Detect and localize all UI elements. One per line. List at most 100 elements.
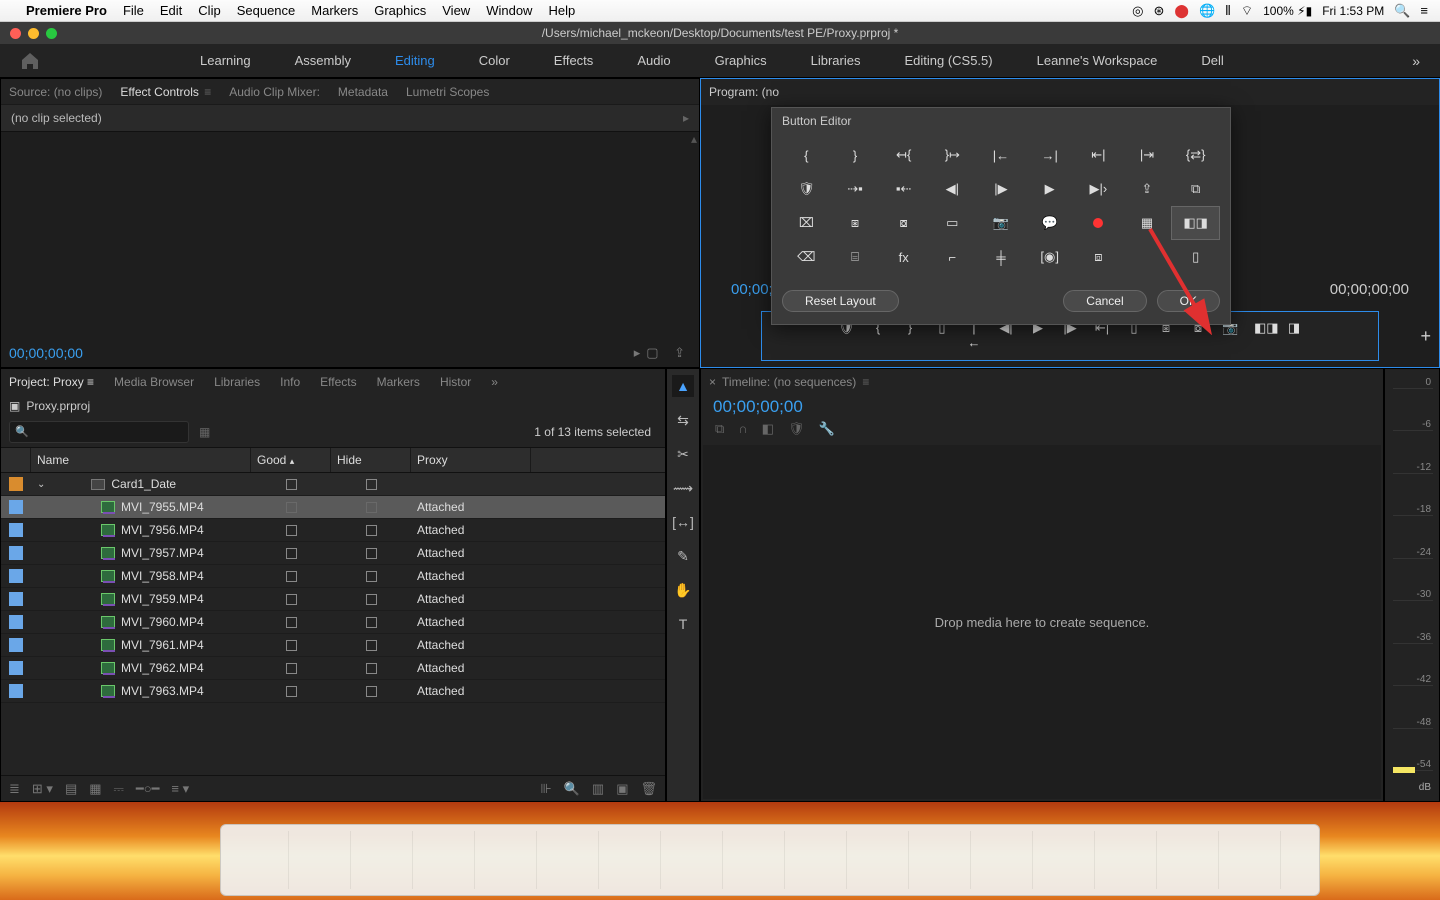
workspace-libraries[interactable]: Libraries bbox=[811, 53, 861, 68]
freeform-icon[interactable]: ▦ bbox=[89, 781, 101, 797]
checkbox[interactable] bbox=[286, 686, 297, 697]
checkbox[interactable] bbox=[366, 525, 377, 536]
workspace-learning[interactable]: Learning bbox=[200, 53, 251, 68]
button-editor-cell[interactable]: ⌸ bbox=[831, 240, 880, 274]
workspace-editing-cs55[interactable]: Editing (CS5.5) bbox=[904, 53, 992, 68]
button-editor-cell[interactable]: ⧇ bbox=[879, 206, 928, 240]
checkbox[interactable] bbox=[366, 502, 377, 513]
workspace-effects[interactable]: Effects bbox=[554, 53, 594, 68]
source-footer-icons[interactable]: ▸▢ ⇪ bbox=[634, 345, 691, 361]
checkbox[interactable] bbox=[286, 594, 297, 605]
project-search-input[interactable] bbox=[9, 421, 189, 443]
tab-project[interactable]: Project: Proxy ≡ bbox=[9, 375, 94, 389]
button-editor-cell[interactable] bbox=[1074, 206, 1123, 240]
tab-metadata[interactable]: Metadata bbox=[338, 85, 388, 99]
checkbox[interactable] bbox=[286, 525, 297, 536]
status-icon[interactable]: 🌐 bbox=[1199, 3, 1215, 19]
tab-source[interactable]: Source: (no clips) bbox=[9, 85, 102, 99]
button-editor-cell[interactable]: 🛡 bbox=[782, 172, 831, 206]
workspace-assembly[interactable]: Assembly bbox=[295, 53, 351, 68]
link-icon[interactable]: ∩ bbox=[738, 421, 747, 437]
button-editor-cell[interactable]: ⇪ bbox=[1123, 172, 1172, 206]
button-editor-cell[interactable]: ⌧ bbox=[782, 206, 831, 240]
button-editor-cell[interactable]: fx bbox=[879, 240, 928, 274]
checkbox[interactable] bbox=[286, 502, 297, 513]
button-editor-cell[interactable]: |▶ bbox=[977, 172, 1026, 206]
checkbox[interactable] bbox=[366, 548, 377, 559]
workspace-editing[interactable]: Editing bbox=[395, 53, 435, 68]
button-editor-cell[interactable] bbox=[1123, 240, 1172, 274]
menu-window[interactable]: Window bbox=[486, 3, 532, 18]
wrench-icon[interactable]: 🔧 bbox=[818, 421, 834, 437]
tab-media-browser[interactable]: Media Browser bbox=[114, 375, 194, 389]
tab-lumetri[interactable]: Lumetri Scopes bbox=[406, 85, 489, 99]
menu-file[interactable]: File bbox=[123, 3, 144, 18]
tab-effect-controls[interactable]: Effect Controls ≡ bbox=[120, 85, 211, 99]
button-editor-cell[interactable]: ⧈ bbox=[1074, 240, 1123, 274]
checkbox[interactable] bbox=[366, 663, 377, 674]
button-editor-cell[interactable]: ╪ bbox=[977, 240, 1026, 274]
list-view-icon[interactable]: ≣ bbox=[9, 781, 20, 797]
workspace-leannes[interactable]: Leanne's Workspace bbox=[1037, 53, 1158, 68]
sort-icon[interactable]: ⎓ bbox=[114, 781, 124, 797]
tool-button[interactable]: ✋ bbox=[672, 579, 694, 601]
trash-icon[interactable]: 🗑 bbox=[640, 781, 657, 797]
tab-audio-mixer[interactable]: Audio Clip Mixer: bbox=[229, 85, 320, 99]
freeform-icon[interactable]: ▤ bbox=[65, 781, 77, 797]
tool-button[interactable]: [↔] bbox=[672, 511, 694, 533]
menu-help[interactable]: Help bbox=[548, 3, 575, 18]
tool-button[interactable]: ▲ bbox=[672, 375, 694, 397]
tab-libraries[interactable]: Libraries bbox=[214, 375, 260, 389]
wifi-icon[interactable]: ⌔ bbox=[1241, 3, 1253, 19]
workspace-overflow[interactable]: » bbox=[1412, 53, 1420, 69]
button-editor-cell[interactable]: ◧◨ bbox=[1171, 206, 1220, 240]
menu-clip[interactable]: Clip bbox=[198, 3, 220, 18]
button-editor-cell[interactable]: [◉] bbox=[1025, 240, 1074, 274]
menu-sequence[interactable]: Sequence bbox=[237, 3, 296, 18]
status-icon[interactable]: ⬤ bbox=[1174, 3, 1189, 19]
button-editor-cell[interactable]: ▭ bbox=[928, 206, 977, 240]
spotlight-icon[interactable]: 🔍 bbox=[1394, 3, 1410, 19]
ok-button[interactable]: OK bbox=[1157, 290, 1220, 312]
menu-view[interactable]: View bbox=[442, 3, 470, 18]
button-editor-cell[interactable]: ⌫ bbox=[782, 240, 831, 274]
button-editor-cell[interactable]: {⇄} bbox=[1171, 138, 1220, 172]
tool-button[interactable]: ✎ bbox=[672, 545, 694, 567]
clip-row[interactable]: MVI_7961.MP4Attached bbox=[1, 634, 665, 657]
button-editor-cell[interactable]: ↤{ bbox=[879, 138, 928, 172]
status-icon[interactable]: ⊛ bbox=[1154, 3, 1165, 19]
menu-edit[interactable]: Edit bbox=[160, 3, 182, 18]
status-icon[interactable]: ⦀ bbox=[1225, 3, 1231, 19]
button-editor-cell[interactable]: ▶|› bbox=[1074, 172, 1123, 206]
button-editor-cell[interactable]: ⧉ bbox=[1171, 172, 1220, 206]
zoom-slider[interactable]: ━○━ bbox=[136, 781, 160, 797]
clip-row[interactable]: MVI_7963.MP4Attached bbox=[1, 680, 665, 703]
timeline-drop-area[interactable]: Drop media here to create sequence. bbox=[703, 445, 1381, 799]
new-item-icon[interactable]: ▣ bbox=[616, 781, 628, 797]
clip-row[interactable]: MVI_7958.MP4Attached bbox=[1, 565, 665, 588]
find-icon[interactable]: 🔍 bbox=[564, 781, 580, 797]
marker-icon[interactable]: 🛡 bbox=[788, 421, 805, 437]
button-editor-cell[interactable]: }↦ bbox=[928, 138, 977, 172]
button-editor-cell[interactable]: ▯ bbox=[1171, 240, 1220, 274]
tab-history[interactable]: Histor bbox=[440, 375, 471, 389]
button-editor-cell[interactable]: } bbox=[831, 138, 880, 172]
checkbox[interactable] bbox=[286, 663, 297, 674]
button-editor-cell[interactable]: |⇥ bbox=[1123, 138, 1172, 172]
menu-markers[interactable]: Markers bbox=[311, 3, 358, 18]
clip-row[interactable]: MVI_7955.MP4Attached bbox=[1, 496, 665, 519]
tab-info[interactable]: Info bbox=[280, 375, 300, 389]
checkbox[interactable] bbox=[286, 479, 297, 490]
app-name[interactable]: Premiere Pro bbox=[26, 3, 107, 18]
checkbox[interactable] bbox=[366, 686, 377, 697]
status-icon[interactable]: ◎ bbox=[1132, 3, 1143, 19]
clip-row[interactable]: MVI_7956.MP4Attached bbox=[1, 519, 665, 542]
button-editor-cell[interactable]: { bbox=[782, 138, 831, 172]
auto-seq-icon[interactable]: ⊪ bbox=[540, 781, 551, 797]
tab-markers[interactable]: Markers bbox=[377, 375, 420, 389]
marker-icon[interactable]: ◧ bbox=[762, 421, 774, 437]
tab-effects[interactable]: Effects bbox=[320, 375, 356, 389]
checkbox[interactable] bbox=[286, 640, 297, 651]
button-editor-cell[interactable]: ▶ bbox=[1025, 172, 1074, 206]
workspace-graphics[interactable]: Graphics bbox=[715, 53, 767, 68]
